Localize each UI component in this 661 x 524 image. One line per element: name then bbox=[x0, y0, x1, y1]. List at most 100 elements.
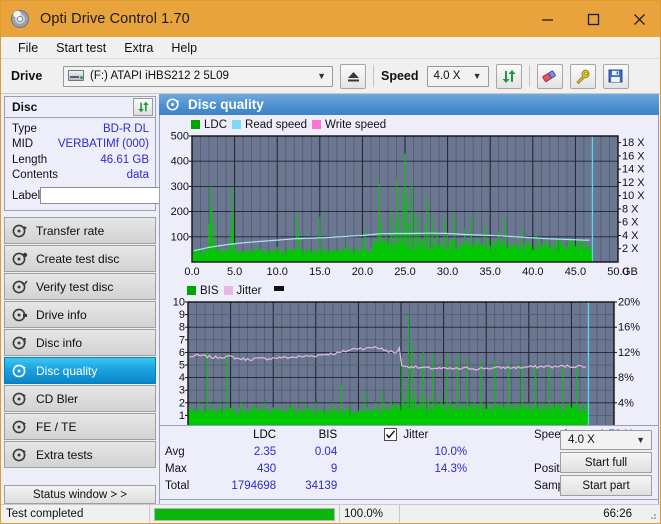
svg-text:1: 1 bbox=[179, 410, 185, 422]
drive-select[interactable]: (F:) ATAPI iHBS212 2 5L09 ▼ bbox=[63, 65, 333, 87]
legend-item-ldc: LDC bbox=[191, 119, 227, 131]
sidebar-item-create-test-disc[interactable]: Create test disc bbox=[4, 245, 156, 272]
chart1-plot: 100 200 300 400 500 2 X4 X6 X 8 X 10 X 12 X 14 X 1… bbox=[160, 132, 658, 280]
menu-help[interactable]: Help bbox=[162, 39, 206, 57]
svg-text:10: 10 bbox=[173, 298, 185, 309]
status-bar: Test completed 100.0% 66:26 bbox=[1, 504, 660, 523]
sidebar-item-drive-info[interactable]: Drive info bbox=[4, 301, 156, 328]
disc-label-row: Label bbox=[12, 186, 245, 205]
svg-text:500: 500 bbox=[171, 132, 189, 143]
chevron-down-icon: ▼ bbox=[472, 70, 482, 81]
svg-text:300: 300 bbox=[171, 181, 189, 193]
svg-text:10.0: 10.0 bbox=[266, 266, 287, 278]
menu-start-test[interactable]: Start test bbox=[47, 39, 115, 57]
sidebar-item-disc-quality[interactable]: Disc quality bbox=[4, 357, 156, 384]
title-bar: Opti Drive Control 1.70 bbox=[1, 1, 660, 37]
refresh-green-icon bbox=[137, 101, 149, 113]
svg-text:400: 400 bbox=[171, 156, 189, 168]
disc-box-header: Disc bbox=[5, 97, 155, 118]
resize-grip-icon[interactable] bbox=[646, 509, 657, 520]
stats-total-bis: 34139 bbox=[305, 479, 338, 492]
sidebar-item-cd-bler[interactable]: CD Bler bbox=[4, 385, 156, 412]
legend-label: BIS bbox=[200, 284, 219, 297]
svg-text:5.0: 5.0 bbox=[227, 266, 242, 278]
legend-swatch bbox=[223, 286, 233, 295]
svg-text:16%: 16% bbox=[618, 322, 640, 334]
wrench-icon bbox=[575, 69, 589, 84]
sidebar-item-verify-test-disc[interactable]: Verify test disc bbox=[4, 273, 156, 300]
close-icon[interactable] bbox=[616, 1, 660, 37]
eject-button[interactable] bbox=[340, 63, 366, 89]
svg-text:4%: 4% bbox=[618, 397, 634, 409]
stats-col-bis: BIS bbox=[318, 428, 338, 441]
sidebar-item-disc-info[interactable]: Disc info bbox=[4, 329, 156, 356]
svg-text:2: 2 bbox=[179, 397, 185, 409]
left-panel: Disc Type BD-R DL MID VERBATIMf (000) Le… bbox=[4, 96, 245, 501]
speed-select[interactable]: 4.0 X ▼ bbox=[426, 65, 489, 87]
legend-label: Read speed bbox=[245, 118, 308, 131]
svg-text:15.0: 15.0 bbox=[309, 266, 330, 278]
stats-panel: LDC BIS Jitter Speed 1.73 X Avg 2.35 0.0… bbox=[159, 425, 659, 500]
disc-row-mid: MID VERBATIMf (000) bbox=[12, 137, 149, 153]
drive-label: Drive bbox=[11, 69, 43, 83]
bis-jitter-chart: 123456789104%8%12%16%20%0.05.010.015.020… bbox=[173, 298, 640, 444]
app-disc-icon bbox=[8, 7, 32, 31]
sidebar-item-label: Disc info bbox=[36, 335, 83, 350]
chevron-down-icon: ▼ bbox=[636, 434, 645, 445]
sidebar-item-fe-te[interactable]: FE / TE bbox=[4, 413, 156, 440]
sidebar-item-label: Create test disc bbox=[36, 251, 120, 266]
test-speed-select[interactable]: 4.0 X ▼ bbox=[560, 430, 652, 450]
jitter-label: Jitter bbox=[403, 428, 429, 441]
toolbar-divider-2 bbox=[528, 65, 530, 87]
ldc-speed-chart: 100 200 300 400 500 2 X4 X6 X 8 X10 X12 X14 X 1… bbox=[171, 132, 646, 278]
svg-text:100: 100 bbox=[171, 231, 189, 243]
start-part-button[interactable]: Start part bbox=[560, 475, 652, 496]
menu-file[interactable]: File bbox=[9, 39, 47, 57]
chart1-legend: LDC Read speed Write speed bbox=[160, 117, 658, 132]
sidebar-item-transfer-rate[interactable]: Transfer rate bbox=[4, 217, 156, 244]
legend-item-write-speed: Write speed bbox=[312, 119, 386, 131]
menu-bar: File Start test Extra Help bbox=[1, 37, 660, 59]
stats-avg-bis: 0.04 bbox=[314, 445, 338, 458]
svg-text:20%: 20% bbox=[618, 298, 640, 309]
progress-bar bbox=[154, 507, 335, 521]
sidebar-item-label: Drive info bbox=[36, 307, 87, 322]
drive-info-icon bbox=[12, 308, 27, 321]
svg-text:4 X: 4 X bbox=[622, 230, 639, 242]
content-title: Disc quality bbox=[188, 97, 264, 112]
save-button[interactable] bbox=[602, 63, 629, 89]
stats-col-ldc: LDC bbox=[253, 428, 277, 441]
menu-extra[interactable]: Extra bbox=[115, 39, 162, 57]
disc-extra-icon bbox=[12, 448, 26, 461]
stats-avg-ldc: 2.35 bbox=[253, 445, 277, 458]
refresh-button[interactable] bbox=[495, 63, 522, 89]
floppy-save-icon bbox=[608, 69, 623, 83]
disc-refresh-button[interactable] bbox=[133, 98, 153, 116]
stats-total-ldc: 1794698 bbox=[231, 479, 277, 492]
stats-max-bis: 9 bbox=[330, 462, 338, 475]
sidebar-item-extra-tests[interactable]: Extra tests bbox=[4, 441, 156, 468]
sidebar-item-label: Verify test disc bbox=[36, 279, 114, 294]
svg-text:GB: GB bbox=[622, 266, 638, 278]
sidebar-item-label: CD Bler bbox=[36, 391, 79, 406]
nav-list: Transfer rate Create test disc Verify te… bbox=[4, 217, 156, 468]
maximize-icon[interactable] bbox=[570, 1, 616, 37]
window-title: Opti Drive Control 1.70 bbox=[40, 11, 190, 27]
eject-icon bbox=[347, 71, 359, 81]
disc-row-contents: Contents data bbox=[12, 168, 149, 184]
eraser-button[interactable] bbox=[536, 63, 563, 89]
legend-item-jitter: Jitter bbox=[223, 285, 261, 297]
check-icon bbox=[386, 430, 396, 439]
minimize-icon[interactable] bbox=[524, 1, 570, 37]
stats-max-ldc: 430 bbox=[257, 462, 277, 475]
jitter-checkbox[interactable] bbox=[384, 428, 398, 441]
disc-row-length: Length 46.61 GB bbox=[12, 152, 149, 168]
svg-text:20.0: 20.0 bbox=[352, 266, 373, 278]
tools-button[interactable] bbox=[569, 63, 596, 89]
progress-percent: 100.0% bbox=[339, 504, 399, 523]
status-window-button[interactable]: Status window > > bbox=[4, 485, 156, 504]
sidebar-item-label: Extra tests bbox=[36, 447, 93, 462]
disc-row-value: BD-R DL bbox=[102, 122, 149, 135]
svg-text:12 X: 12 X bbox=[622, 177, 645, 189]
start-full-button[interactable]: Start full bbox=[560, 452, 652, 473]
